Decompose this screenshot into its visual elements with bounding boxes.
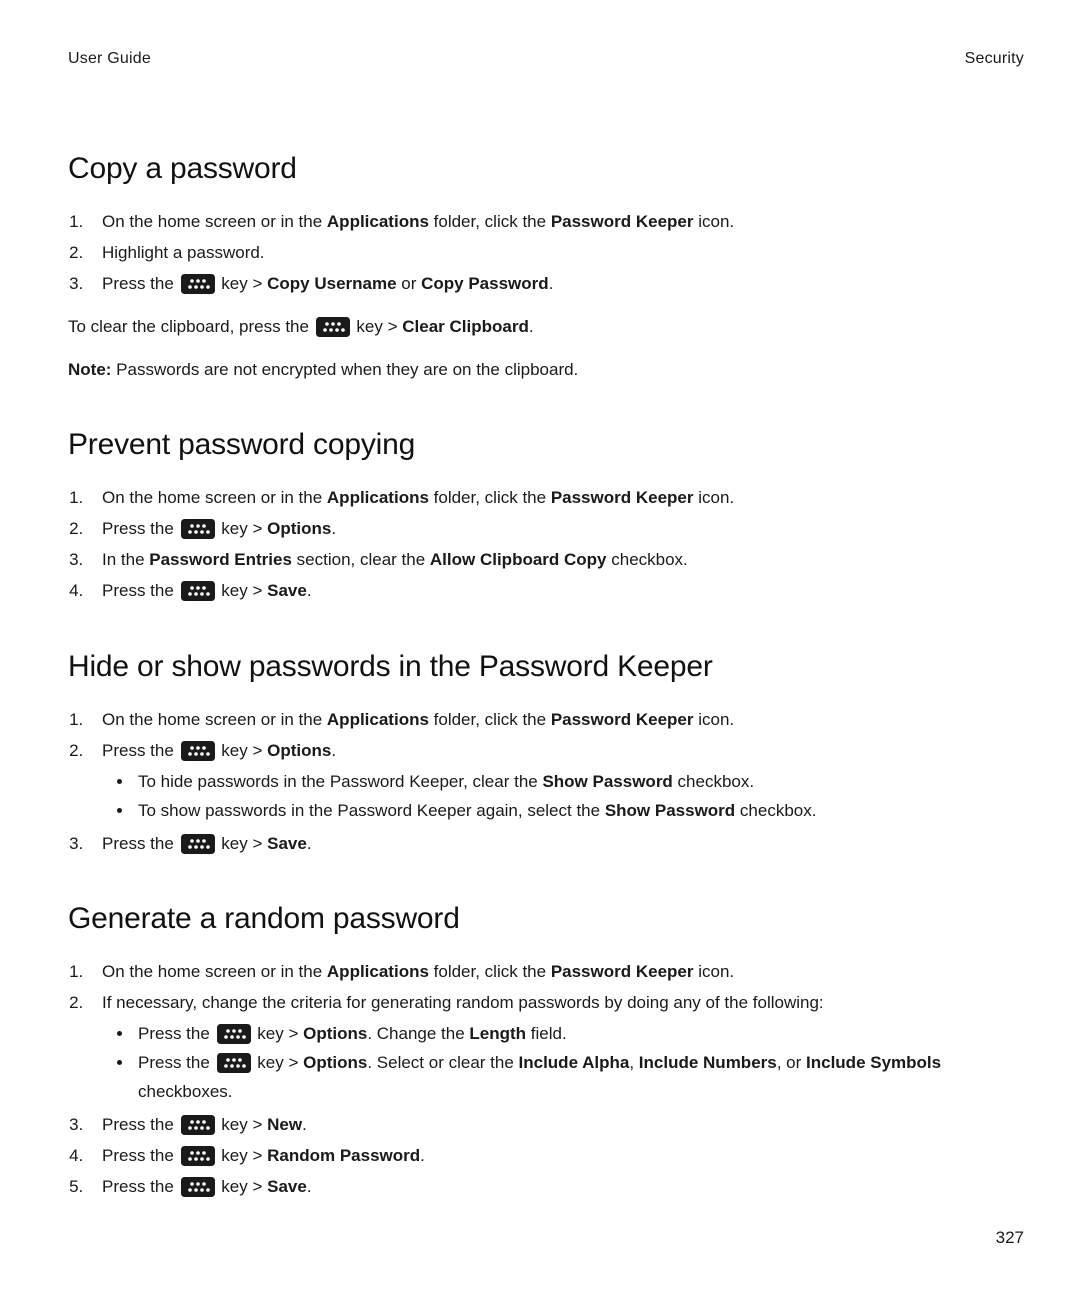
step-item: Press the key > Save.	[88, 577, 1024, 606]
step-list: On the home screen or in the Application…	[68, 706, 1024, 858]
bold-text: Applications	[327, 710, 429, 729]
bold-text: Show Password	[605, 801, 735, 820]
step-item: Press the key > Copy Username or Copy Pa…	[88, 270, 1024, 299]
step-item: Press the key > New.	[88, 1111, 1024, 1140]
step-item: Highlight a password.	[88, 239, 1024, 268]
step-item: On the home screen or in the Application…	[88, 706, 1024, 735]
bold-text: Copy Password	[421, 274, 549, 293]
bold-text: Note:	[68, 360, 116, 379]
menu-key-icon	[181, 1146, 215, 1166]
bold-text: Applications	[327, 488, 429, 507]
menu-key-icon	[217, 1024, 251, 1044]
document-page: User Guide Security Copy a password On t…	[0, 0, 1080, 1296]
section-prevent-copying: Prevent password copying On the home scr…	[68, 428, 1024, 606]
sub-list-item: Press the key > Options. Change the Leng…	[134, 1020, 1024, 1049]
page-header: User Guide Security	[68, 50, 1024, 68]
menu-key-icon	[181, 519, 215, 539]
section-copy-password: Copy a password On the home screen or in…	[68, 152, 1024, 384]
step-list: On the home screen or in the Application…	[68, 484, 1024, 606]
bold-text: Applications	[327, 962, 429, 981]
bold-text: Password Keeper	[551, 212, 694, 231]
bold-text: Options	[267, 519, 331, 538]
menu-key-icon	[316, 317, 350, 337]
step-item: Press the key > Save.	[88, 1173, 1024, 1202]
bold-text: Password Entries	[149, 550, 292, 569]
bold-text: Clear Clipboard	[402, 317, 529, 336]
bold-text: New	[267, 1115, 302, 1134]
sub-list: To hide passwords in the Password Keeper…	[102, 768, 1024, 826]
step-item: Press the key > Options.To hide password…	[88, 737, 1024, 826]
step-list: On the home screen or in the Application…	[68, 208, 1024, 299]
bold-text: Options	[303, 1024, 367, 1043]
bold-text: Password Keeper	[551, 962, 694, 981]
bold-text: Save	[267, 581, 307, 600]
bold-text: Options	[267, 741, 331, 760]
menu-key-icon	[181, 741, 215, 761]
step-item: If necessary, change the criteria for ge…	[88, 989, 1024, 1107]
paragraph: To clear the clipboard, press the key > …	[68, 313, 1024, 342]
section-heading: Prevent password copying	[68, 428, 1024, 462]
bold-text: Include Numbers	[639, 1053, 777, 1072]
step-item: Press the key > Random Password.	[88, 1142, 1024, 1171]
step-item: On the home screen or in the Application…	[88, 208, 1024, 237]
step-item: Press the key > Save.	[88, 830, 1024, 859]
bold-text: Password Keeper	[551, 710, 694, 729]
bold-text: Include Alpha	[519, 1053, 630, 1072]
header-right: Security	[965, 50, 1024, 68]
step-item: Press the key > Options.	[88, 515, 1024, 544]
bold-text: Show Password	[542, 772, 672, 791]
bold-text: Save	[267, 834, 307, 853]
section-hide-show-passwords: Hide or show passwords in the Password K…	[68, 650, 1024, 858]
menu-key-icon	[181, 834, 215, 854]
bold-text: Password Keeper	[551, 488, 694, 507]
note-paragraph: Note: Passwords are not encrypted when t…	[68, 356, 1024, 385]
header-left: User Guide	[68, 50, 151, 68]
menu-key-icon	[181, 274, 215, 294]
section-heading: Copy a password	[68, 152, 1024, 186]
bold-text: Allow Clipboard Copy	[430, 550, 607, 569]
page-number: 327	[996, 1228, 1024, 1248]
step-item: On the home screen or in the Application…	[88, 958, 1024, 987]
sub-list-item: To show passwords in the Password Keeper…	[134, 797, 1024, 826]
step-item: In the Password Entries section, clear t…	[88, 546, 1024, 575]
section-heading: Hide or show passwords in the Password K…	[68, 650, 1024, 684]
section-heading: Generate a random password	[68, 902, 1024, 936]
menu-key-icon	[217, 1053, 251, 1073]
bold-text: Include Symbols	[806, 1053, 941, 1072]
bold-text: Applications	[327, 212, 429, 231]
bold-text: Random Password	[267, 1146, 420, 1165]
sub-list-item: Press the key > Options. Select or clear…	[134, 1049, 1024, 1107]
bold-text: Copy Username	[267, 274, 396, 293]
bold-text: Options	[303, 1053, 367, 1072]
sub-list: Press the key > Options. Change the Leng…	[102, 1020, 1024, 1107]
bold-text: Save	[267, 1177, 307, 1196]
menu-key-icon	[181, 1177, 215, 1197]
step-list: On the home screen or in the Application…	[68, 958, 1024, 1201]
bold-text: Length	[469, 1024, 526, 1043]
menu-key-icon	[181, 1115, 215, 1135]
sub-list-item: To hide passwords in the Password Keeper…	[134, 768, 1024, 797]
step-item: On the home screen or in the Application…	[88, 484, 1024, 513]
section-generate-random-password: Generate a random password On the home s…	[68, 902, 1024, 1201]
menu-key-icon	[181, 581, 215, 601]
